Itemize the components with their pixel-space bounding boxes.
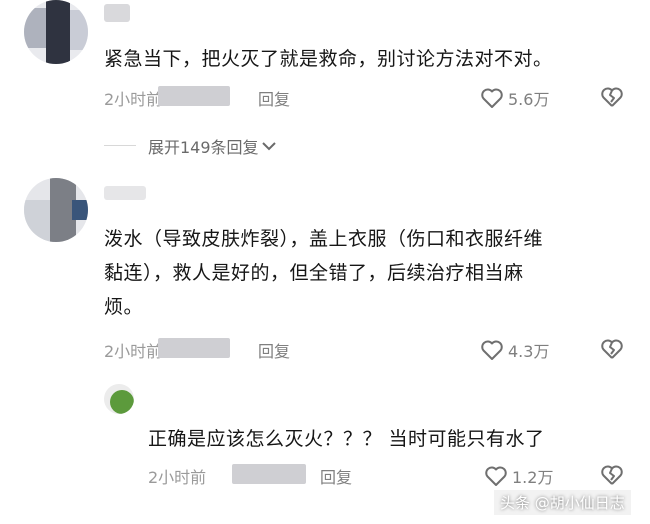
like-count: 5.6万	[508, 90, 550, 109]
location-blur	[158, 338, 230, 358]
expand-divider	[104, 145, 136, 146]
reply-text: 正确是应该怎么灭火？？？ 当时可能只有水了	[148, 428, 545, 450]
commenter-name[interactable]	[104, 4, 130, 22]
location-blur	[158, 86, 230, 106]
commenter-avatar[interactable]	[24, 178, 88, 242]
comment-text: 紧急当下，把火灭了就是救命，别讨论方法对不对。	[104, 48, 553, 70]
commenter-name[interactable]	[104, 186, 146, 200]
broken-heart-icon[interactable]	[600, 464, 624, 486]
heart-icon	[485, 466, 507, 486]
broken-heart-icon[interactable]	[600, 338, 624, 360]
commenter-avatar[interactable]	[24, 0, 88, 64]
like-button[interactable]: 4.3万	[480, 338, 549, 362]
reply-button[interactable]: 回复	[320, 464, 352, 488]
broken-heart-icon[interactable]	[600, 86, 624, 108]
heart-icon	[481, 88, 503, 108]
location-blur	[232, 464, 306, 484]
reply-button[interactable]: 回复	[258, 86, 290, 110]
reply-button[interactable]: 回复	[258, 338, 290, 362]
comment-text-line-1: 泼水（导致皮肤炸裂），盖上衣服（伤口和衣服纤维	[104, 228, 544, 250]
expand-replies-label: 展开149条回复	[148, 138, 259, 157]
comment-text-line-3: 烦。	[104, 296, 144, 318]
expand-replies-button[interactable]: 展开149条回复	[148, 134, 279, 158]
heart-icon	[481, 340, 503, 360]
like-count: 1.2万	[512, 468, 554, 487]
comment-time: 2小时前	[104, 342, 163, 361]
chevron-down-icon	[261, 142, 276, 151]
like-button[interactable]: 5.6万	[480, 86, 549, 110]
comment-text-line-2: 黏连），救人是好的，但全错了，后续治疗相当麻	[104, 262, 524, 284]
watermark: 头条 @胡小仙日志	[494, 490, 631, 515]
like-button[interactable]: 1.2万	[484, 464, 553, 488]
reply-time: 2小时前	[148, 468, 207, 487]
replier-avatar[interactable]	[104, 384, 134, 414]
like-count: 4.3万	[508, 342, 550, 361]
comment-time: 2小时前	[104, 90, 163, 109]
